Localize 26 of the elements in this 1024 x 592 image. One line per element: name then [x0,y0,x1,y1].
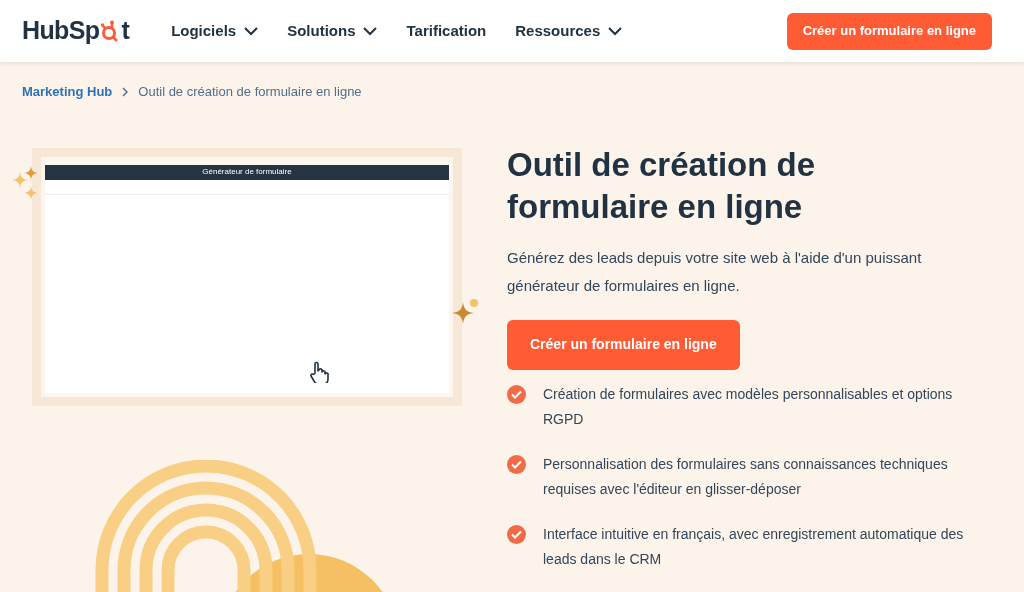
check-circle-icon [507,454,526,474]
feature-text: Interface intuitive en français, avec enregistrement automatique des leads dans le CRM [543,524,965,569]
hero-subtitle: Générez des leads depuis votre site web à l'aide d'un puissant générateur de formulaires en ligne. [507,247,923,296]
sparkle-icon [24,165,38,180]
nav-menu-item[interactable]: Logiciels [171,19,259,43]
hubspot-logo[interactable]: HubSp t [22,12,130,50]
hero-title: Outil de création de formulaire en ligne [507,144,817,227]
form-builder-title: Générateur de formulaire [202,166,292,178]
chevron-down-icon [363,26,378,36]
check-circle-icon [507,524,526,544]
feature-text: Création de formulaires avec modèles personnalisables et options RGPD [543,384,954,429]
nav-menu-item[interactable]: Solutions [287,19,378,43]
dot-decoration [470,298,478,307]
hand-cursor-icon [309,360,329,383]
breadcrumb-current: Outil de création de formulaire en ligne [138,83,362,101]
sparkle-icon [12,171,28,188]
check-circle-icon [507,384,526,404]
nav-menu-item[interactable]: Ressources [515,19,623,43]
breadcrumb-link[interactable]: Marketing Hub [22,82,113,102]
chevron-down-icon [608,26,623,36]
sparkle-icon [452,301,474,324]
feature-text: Personnalisation des formulaires sans connaissances techniques requises avec l'éditeur en glisser-déposer [543,454,949,499]
chevron-right-icon [122,86,129,97]
chevron-down-icon [244,26,259,36]
nav-menu-item[interactable]: Tarification [406,19,487,43]
sparkle-icon [24,185,38,200]
